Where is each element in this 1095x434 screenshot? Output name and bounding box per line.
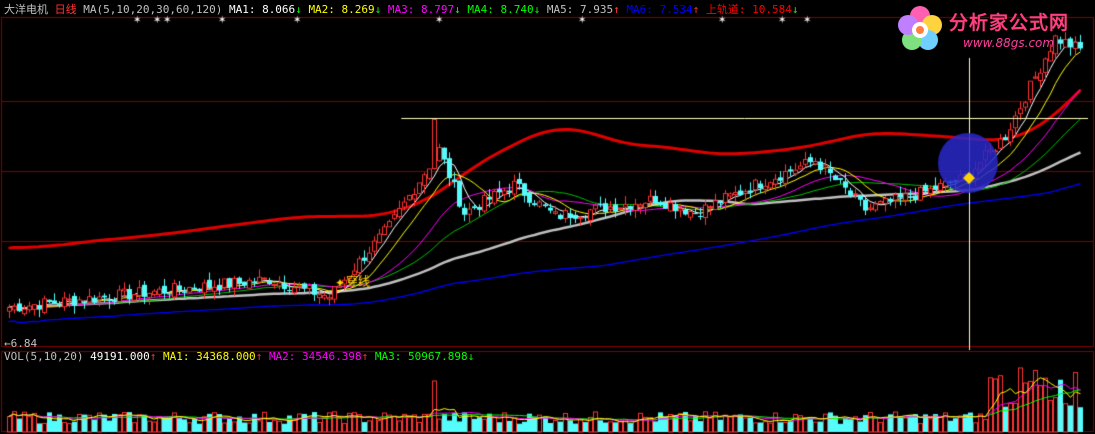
ma-params: MA(5,10,20,30,60,120) (83, 3, 223, 16)
candlestick-chart[interactable] (0, 0, 1095, 434)
ma-item-arrow-1: ↓ (374, 3, 388, 16)
flower-logo-icon (898, 6, 942, 50)
ma-item-arrow-2: ↓ (454, 3, 468, 16)
ma-item-5: MA6: 7.534 (626, 3, 693, 16)
ma-item-arrow-5: ↑ (692, 3, 706, 16)
vol-label: VOL(5,10,20) (4, 350, 84, 363)
vol-ma-item-0: MA1: 34368.000 (162, 350, 256, 363)
logo-url[interactable]: www.88gs.com (963, 36, 1054, 50)
ma-values: MA1: 8.066↓ MA2: 8.269↓ MA3: 8.797↓ MA4:… (229, 3, 799, 16)
vol-ma-item-1: MA2: 34546.398 (268, 350, 362, 363)
period-label: 日线 (54, 3, 77, 16)
logo-title: 分析家公式网 (949, 12, 1070, 34)
main-indicator-header: 大洋电机 日线 MA(5,10,20,30,60,120) MA1: 8.066… (4, 3, 798, 17)
ma-item-0: MA1: 8.066 (228, 3, 296, 16)
ma-item-4: MA5: 7.935 (546, 3, 614, 16)
vol-ma-item-arrow-1: ↑ (361, 350, 375, 363)
site-logo: 分析家公式网 www.88gs.com (895, 2, 1091, 56)
vol-value: 49191.000 (90, 350, 150, 363)
ma-item-arrow-4: ↑ (613, 3, 627, 16)
vol-ma-item-arrow-0: ↑ (255, 350, 269, 363)
volume-indicator-header: VOL(5,10,20) 49191.000↑ MA1: 34368.000↑ … (4, 350, 474, 364)
ma-item-2: MA3: 8.797 (387, 3, 455, 16)
vol-ma-item-arrow-2: ↓ (467, 350, 475, 363)
stock-name: 大洋电机 (4, 3, 48, 16)
ma-item-1: MA2: 8.269 (308, 3, 375, 16)
vol-arrow: ↑ (149, 350, 157, 363)
ma-item-arrow-0: ↓ (295, 3, 309, 16)
ma-item-3: MA4: 8.740 (467, 3, 534, 16)
vol-ma-item-2: MA3: 50967.898 (374, 350, 468, 363)
ma-item-6: 上轨道: 10.584 (705, 3, 792, 16)
vol-ma-values: MA1: 34368.000↑ MA2: 34546.398↑ MA3: 509… (163, 350, 474, 363)
low-price-label: ←6.84 (4, 337, 38, 350)
ma-item-arrow-6: ↓ (791, 3, 799, 16)
ma-item-arrow-3: ↓ (533, 3, 547, 16)
